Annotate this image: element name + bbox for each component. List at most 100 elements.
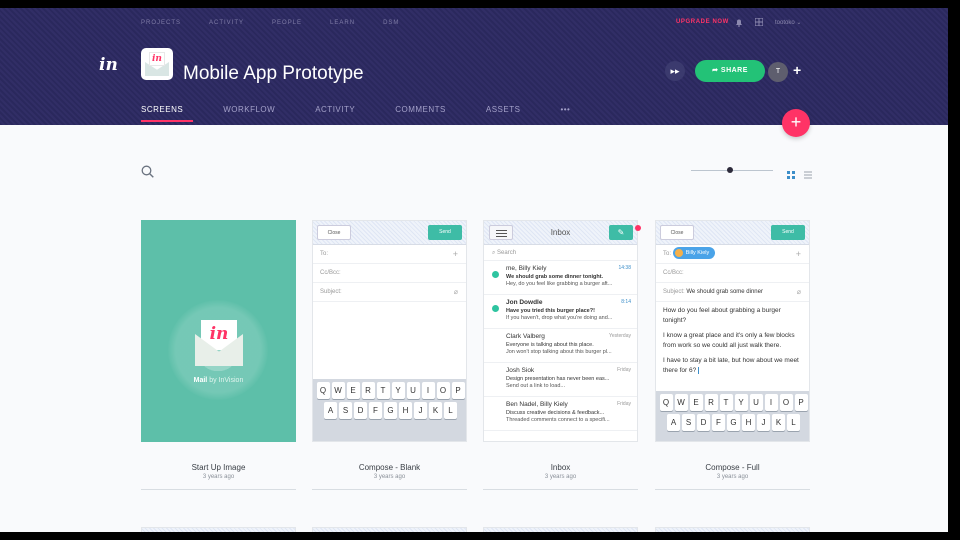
tab-comments[interactable]: COMMENTS bbox=[395, 105, 446, 114]
key: Q bbox=[316, 382, 330, 399]
key: E bbox=[346, 382, 360, 399]
top-nav-projects[interactable]: PROJECTS bbox=[141, 20, 181, 26]
tab-workflow[interactable]: WORKFLOW bbox=[223, 105, 275, 114]
screen-thumbnail[interactable]: Close Send To: + Cc/Bcc: Subject: ⌀ QWERTY… bbox=[312, 220, 467, 442]
subject-field: Subject: We should grab some dinner ⌀ bbox=[656, 283, 809, 302]
screen-card[interactable]: Close Send To: Billy Kiely + Cc/Bcc: Subj… bbox=[655, 220, 810, 490]
recipient-avatar bbox=[674, 248, 683, 257]
list-item: me, Billy Kiely 14:38 We should grab som… bbox=[484, 261, 637, 295]
divider bbox=[483, 489, 638, 490]
project-title[interactable]: Mobile App Prototype bbox=[183, 63, 364, 85]
key: P bbox=[451, 382, 465, 399]
screen-name[interactable]: Compose - Full bbox=[655, 463, 810, 472]
comment-indicator[interactable] bbox=[635, 225, 641, 231]
startup-brand-sub: by InVision bbox=[209, 377, 244, 384]
list-item: Ben Nadel, Billy Kiely Friday Discuss cr… bbox=[484, 397, 637, 431]
top-nav-activity[interactable]: ACTIVITY bbox=[209, 20, 244, 26]
list-item: Clark Valberg Yesterday Everyone is talk… bbox=[484, 329, 637, 363]
search-icon: ⌕ bbox=[492, 250, 496, 256]
tab-activity[interactable]: ACTIVITY bbox=[315, 105, 355, 114]
top-nav-dsm[interactable]: DSM bbox=[383, 20, 399, 26]
invision-logo[interactable]: in bbox=[99, 55, 118, 75]
keyboard-row: ASDFGHJKL bbox=[658, 414, 809, 431]
share-label: SHARE bbox=[720, 67, 748, 74]
startup-brand-name: Mail bbox=[193, 377, 208, 384]
attachment-icon: ⌀ bbox=[796, 289, 801, 296]
add-screen-button[interactable]: + bbox=[782, 109, 810, 137]
screen-name[interactable]: Start Up Image bbox=[141, 463, 296, 472]
key: K bbox=[772, 414, 785, 431]
key: H bbox=[742, 414, 755, 431]
close-button: Close bbox=[317, 225, 351, 240]
project-app-icon: in bbox=[141, 48, 173, 80]
keyboard-row: ASDFGHJKL bbox=[315, 402, 466, 419]
tab-assets[interactable]: ASSETS bbox=[486, 105, 521, 114]
key: U bbox=[749, 394, 763, 411]
zoom-slider[interactable] bbox=[691, 167, 773, 173]
key: O bbox=[779, 394, 793, 411]
subject-field: Subject: ⌀ bbox=[313, 283, 466, 302]
text-cursor bbox=[698, 366, 700, 374]
list-view-icon[interactable] bbox=[804, 166, 812, 179]
invision-letter-icon: in bbox=[149, 52, 165, 66]
app-frame: PROJECTS ACTIVITY PEOPLE LEARN DSM UPGRA… bbox=[0, 8, 948, 532]
key: L bbox=[444, 402, 457, 419]
screen-thumbnail[interactable]: in Mail by InVision bbox=[141, 220, 296, 442]
message-time: 14:38 bbox=[618, 265, 631, 271]
search-icon[interactable] bbox=[141, 165, 154, 178]
upgrade-link[interactable]: UPGRADE NOW bbox=[676, 19, 729, 25]
screen-age: 3 years ago bbox=[373, 474, 406, 480]
zoom-slider-knob[interactable] bbox=[727, 167, 733, 173]
share-button[interactable]: ➦ SHARE bbox=[695, 60, 765, 82]
message-from: Ben Nadel, Billy Kiely bbox=[506, 401, 568, 408]
cc-field: Cc/Bcc: bbox=[656, 264, 809, 283]
keyboard-row: QWERTYUIOP bbox=[658, 394, 809, 411]
top-nav-learn[interactable]: LEARN bbox=[330, 20, 355, 26]
screen-card[interactable]: Inbox ✎ ⌕ Search me, Billy Kiely 14:38 W… bbox=[483, 220, 638, 490]
screen-card-partial[interactable] bbox=[655, 527, 810, 532]
list-item: Jon Dowdle 8:14 Have you tried this burg… bbox=[484, 295, 637, 329]
key: H bbox=[399, 402, 412, 419]
tab-screens[interactable]: SCREENS bbox=[141, 105, 194, 122]
screen-card-partial[interactable] bbox=[483, 527, 638, 532]
screen-thumbnail[interactable]: Inbox ✎ ⌕ Search me, Billy Kiely 14:38 W… bbox=[483, 220, 638, 442]
message-preview: Jon won't stop talking about this burger… bbox=[506, 349, 612, 355]
list-item: Josh Siok Friday Design presentation has… bbox=[484, 363, 637, 397]
top-nav-people[interactable]: PEOPLE bbox=[272, 20, 302, 26]
grid-view-icon[interactable] bbox=[787, 166, 795, 179]
apps-grid-icon[interactable] bbox=[754, 17, 764, 27]
screen-name[interactable]: Compose - Blank bbox=[312, 463, 467, 472]
bell-icon[interactable] bbox=[735, 18, 743, 27]
key: A bbox=[667, 414, 680, 431]
message-subject: Have you tried this burger place?! bbox=[506, 308, 595, 314]
screen-name[interactable]: Inbox bbox=[483, 463, 638, 472]
key: A bbox=[324, 402, 337, 419]
body-paragraph: How do you feel about grabbing a burger … bbox=[663, 307, 781, 324]
screen-card[interactable]: in Mail by InVision Start Up Image 3 yea… bbox=[141, 220, 296, 490]
to-field: To: + bbox=[313, 245, 466, 264]
compose-topbar: Close Send bbox=[313, 221, 466, 245]
key: W bbox=[331, 382, 345, 399]
key: T bbox=[719, 394, 733, 411]
compose-topbar: Close Send bbox=[656, 221, 809, 245]
divider bbox=[655, 489, 810, 490]
plus-icon: + bbox=[452, 249, 458, 259]
key: R bbox=[361, 382, 375, 399]
screen-age: 3 years ago bbox=[544, 474, 577, 480]
key: S bbox=[682, 414, 695, 431]
glow-decoration bbox=[168, 300, 268, 400]
screen-card-partial[interactable] bbox=[312, 527, 467, 532]
key: L bbox=[787, 414, 800, 431]
add-collaborator-icon[interactable]: + bbox=[793, 62, 801, 78]
body-paragraph: I have to stay a bit late, but how about… bbox=[663, 356, 802, 376]
fast-forward-icon[interactable]: ▸▸ bbox=[665, 61, 685, 81]
body-paragraph: I know a great place and it's only a few… bbox=[663, 332, 795, 349]
screen-thumbnail[interactable]: Close Send To: Billy Kiely + Cc/Bcc: Subj… bbox=[655, 220, 810, 442]
user-menu[interactable]: tootoko ⌄ bbox=[775, 19, 801, 26]
screen-card-partial[interactable] bbox=[141, 527, 296, 532]
tab-more[interactable]: ••• bbox=[560, 105, 570, 114]
avatar[interactable]: T bbox=[768, 62, 788, 82]
screen-card[interactable]: Close Send To: + Cc/Bcc: Subject: ⌀ QWERTY… bbox=[312, 220, 467, 490]
user-name: tootoko bbox=[775, 20, 795, 26]
inbox-title: Inbox bbox=[550, 228, 571, 237]
